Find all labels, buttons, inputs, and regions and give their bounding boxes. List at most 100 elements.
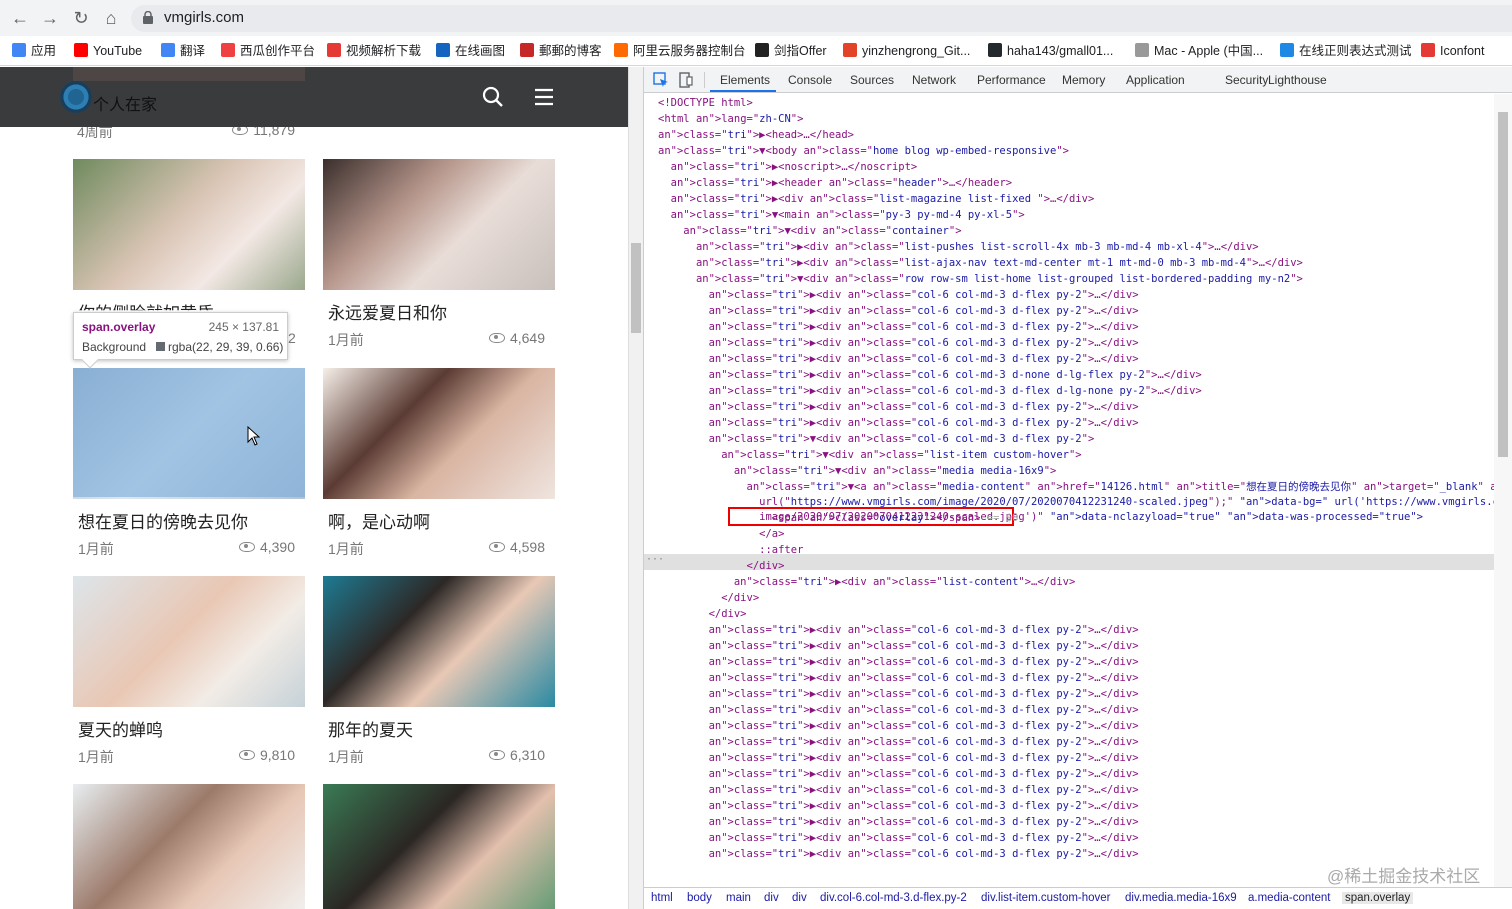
tab-performance[interactable]: Performance bbox=[977, 73, 1046, 87]
forward-button[interactable]: → bbox=[40, 8, 60, 28]
bookmark-12[interactable]: 在线正则表达式测试 bbox=[1280, 43, 1412, 60]
bookmark-7[interactable]: 阿里云服务器控制台 bbox=[614, 43, 746, 60]
dom-line[interactable]: an">class="tri">▼<a an">class="media-con… bbox=[658, 479, 1494, 495]
card-title[interactable]: 永远爱夏日和你 bbox=[328, 299, 447, 324]
card-title[interactable]: 啊，是心动啊 bbox=[328, 508, 430, 533]
tab-console[interactable]: Console bbox=[788, 73, 832, 87]
bookmark-11[interactable]: Mac - Apple (中国... bbox=[1135, 43, 1263, 60]
dom-line[interactable]: an">class="tri">▼<main an">class="py-3 p… bbox=[658, 207, 1025, 223]
dom-line[interactable]: an">class="tri">▶<div an">class="list-co… bbox=[658, 574, 1075, 590]
bookmark-13[interactable]: Iconfont bbox=[1421, 43, 1484, 60]
dom-line[interactable]: an">class="tri">▶<div an">class="col-6 c… bbox=[658, 846, 1139, 862]
back-button[interactable]: ← bbox=[10, 8, 30, 28]
card-title[interactable]: 夏天的蝉鸣 bbox=[78, 716, 163, 741]
dom-line[interactable]: </a> bbox=[658, 526, 784, 542]
elements-scrollbar-thumb[interactable] bbox=[1498, 112, 1508, 457]
dom-line[interactable]: an">class="tri">▼<div an">class="list-it… bbox=[658, 447, 1081, 463]
breadcrumb-6[interactable]: div.list-item.custom-hover bbox=[981, 892, 1111, 904]
breadcrumb-4[interactable]: div bbox=[792, 892, 807, 904]
page-scrollbar-thumb[interactable] bbox=[631, 243, 641, 333]
dom-line[interactable]: an">class="tri">▶<header an">class="head… bbox=[658, 175, 1012, 191]
card-title[interactable]: 想在夏日的傍晚去见你 bbox=[78, 508, 248, 533]
dom-line[interactable]: an">class="tri">▶<div an">class="col-6 c… bbox=[658, 638, 1139, 654]
breadcrumb-3[interactable]: div bbox=[764, 892, 779, 904]
search-icon[interactable] bbox=[481, 85, 505, 109]
card-image[interactable] bbox=[73, 576, 305, 707]
bookmark-2[interactable]: 翻译 bbox=[161, 43, 205, 60]
card-image[interactable] bbox=[323, 784, 555, 909]
tab-lighthouse[interactable]: Lighthouse bbox=[1268, 73, 1327, 87]
bookmark-9[interactable]: yinzhengrong_Git... bbox=[843, 43, 970, 60]
dom-line[interactable]: an">class="tri">▶<div an">class="col-6 c… bbox=[658, 814, 1139, 830]
dom-line[interactable]: an">class="tri">▶<div an">class="col-6 c… bbox=[658, 798, 1139, 814]
card-image[interactable] bbox=[323, 368, 555, 499]
dom-line[interactable]: an">class="tri">▶<div an">class="col-6 c… bbox=[658, 702, 1139, 718]
page-scrollbar[interactable] bbox=[628, 67, 643, 909]
dom-line[interactable]: </div> bbox=[658, 606, 747, 622]
dom-line[interactable]: <!DOCTYPE html> bbox=[658, 95, 753, 111]
tab-application[interactable]: Application bbox=[1126, 73, 1185, 87]
dom-line[interactable]: an">class="tri">▶<div an">class="col-6 c… bbox=[658, 686, 1139, 702]
dom-line[interactable]: an">class="tri">▶<div an">class="list-pu… bbox=[658, 239, 1259, 255]
dom-line[interactable]: an">class="tri">▶<div an">class="col-6 c… bbox=[658, 415, 1139, 431]
dom-line[interactable]: an">class="tri">▶<div an">class="col-6 c… bbox=[658, 654, 1139, 670]
device-toolbar-icon[interactable] bbox=[679, 72, 693, 88]
bookmark-1[interactable]: YouTube bbox=[74, 43, 142, 60]
dom-line[interactable]: url("https://www.vmgirls.com/image/2020/… bbox=[658, 494, 1494, 510]
tab-elements[interactable]: Elements bbox=[720, 73, 770, 87]
breadcrumb-5[interactable]: div.col-6.col-md-3.d-flex.py-2 bbox=[820, 892, 967, 904]
address-bar[interactable]: vmgirls.com bbox=[131, 5, 1512, 32]
tab-memory[interactable]: Memory bbox=[1062, 73, 1105, 87]
bookmark-8[interactable]: 剑指Offer bbox=[755, 43, 827, 60]
dom-line[interactable]: an">class="tri">▶<div an">class="col-6 c… bbox=[658, 734, 1139, 750]
breadcrumb-9[interactable]: span.overlay bbox=[1342, 892, 1414, 904]
dom-line[interactable]: ::after bbox=[658, 542, 803, 558]
breadcrumb-2[interactable]: main bbox=[726, 892, 751, 904]
breadcrumb-1[interactable]: body bbox=[687, 892, 712, 904]
dom-line[interactable]: an">class="tri">▶<div an">class="col-6 c… bbox=[658, 750, 1139, 766]
dom-line[interactable]: an">class="tri">▶<div an">class="col-6 c… bbox=[658, 287, 1139, 303]
dom-line[interactable]: an">class="tri">▶<div an">class="col-6 c… bbox=[658, 319, 1139, 335]
overlay-highlight[interactable] bbox=[73, 368, 305, 497]
dom-line[interactable]: an">class="tri">▶<div an">class="col-6 c… bbox=[658, 766, 1139, 782]
bookmark-10[interactable]: haha143/gmall01... bbox=[988, 43, 1113, 60]
dom-line[interactable]: an">class="tri">▶<noscript>…</noscript> bbox=[658, 159, 918, 175]
breadcrumb-0[interactable]: html bbox=[651, 892, 673, 904]
bookmark-5[interactable]: 在线画图 bbox=[436, 43, 505, 60]
dom-line[interactable]: an">class="tri">▶<div an">class="col-6 c… bbox=[658, 718, 1139, 734]
dom-line[interactable]: </div> bbox=[658, 558, 785, 574]
dom-line[interactable]: an">class="tri">▶<div an">class="col-6 c… bbox=[658, 335, 1139, 351]
breadcrumb-7[interactable]: div.media.media-16x9 bbox=[1125, 892, 1237, 904]
card-image[interactable] bbox=[73, 784, 305, 909]
dom-line[interactable]: <span an">class="overlay"></span> == $0 bbox=[658, 510, 1019, 526]
dom-line[interactable]: an">class="tri">▶<div an">class="col-6 c… bbox=[658, 399, 1139, 415]
dom-line[interactable]: </div> bbox=[658, 590, 759, 606]
bookmark-6[interactable]: 郵郵的博客 bbox=[520, 43, 602, 60]
dom-line[interactable]: an">class="tri">▶<div an">class="list-aj… bbox=[658, 255, 1303, 271]
elements-scrollbar[interactable] bbox=[1494, 94, 1512, 889]
dom-line[interactable]: an">class="tri">▶<div an">class="list-ma… bbox=[658, 191, 1095, 207]
home-button[interactable]: ⌂ bbox=[101, 8, 121, 28]
dom-line[interactable]: an">class="tri">▶<div an">class="col-6 c… bbox=[658, 303, 1139, 319]
dom-line[interactable]: an">class="tri">▼<div an">class="contain… bbox=[658, 223, 961, 239]
menu-icon[interactable] bbox=[532, 85, 556, 109]
tab-network[interactable]: Network bbox=[912, 73, 956, 87]
dom-line[interactable]: an">class="tri">▼<div an">class="col-6 c… bbox=[658, 431, 1095, 447]
dom-line[interactable]: an">class="tri">▼<div an">class="row row… bbox=[658, 271, 1303, 287]
dom-line[interactable]: an">class="tri">▶<div an">class="col-6 c… bbox=[658, 351, 1139, 367]
dom-line[interactable]: an">class="tri">▶<div an">class="col-6 c… bbox=[658, 622, 1139, 638]
card-image[interactable] bbox=[73, 159, 305, 290]
inspect-element-icon[interactable] bbox=[653, 72, 669, 88]
dom-line[interactable]: an">class="tri">▶<head>…</head> bbox=[658, 127, 854, 143]
breadcrumb-8[interactable]: a.media-content bbox=[1248, 892, 1330, 904]
site-logo[interactable] bbox=[60, 81, 92, 113]
dom-line[interactable]: an">class="tri">▶<div an">class="col-6 c… bbox=[658, 782, 1139, 798]
dom-line[interactable]: <html an">lang="zh-CN"> bbox=[658, 111, 803, 127]
tab-sources[interactable]: Sources bbox=[850, 73, 894, 87]
dom-line[interactable]: an">class="tri">▼<body an">class="home b… bbox=[658, 143, 1069, 159]
tab-security[interactable]: Security bbox=[1225, 73, 1268, 87]
card-title[interactable]: 那年的夏天 bbox=[328, 716, 413, 741]
bookmark-0[interactable]: 应用 bbox=[12, 43, 56, 60]
bookmark-3[interactable]: 西瓜创作平台 bbox=[221, 43, 315, 60]
card-image[interactable] bbox=[323, 159, 555, 290]
